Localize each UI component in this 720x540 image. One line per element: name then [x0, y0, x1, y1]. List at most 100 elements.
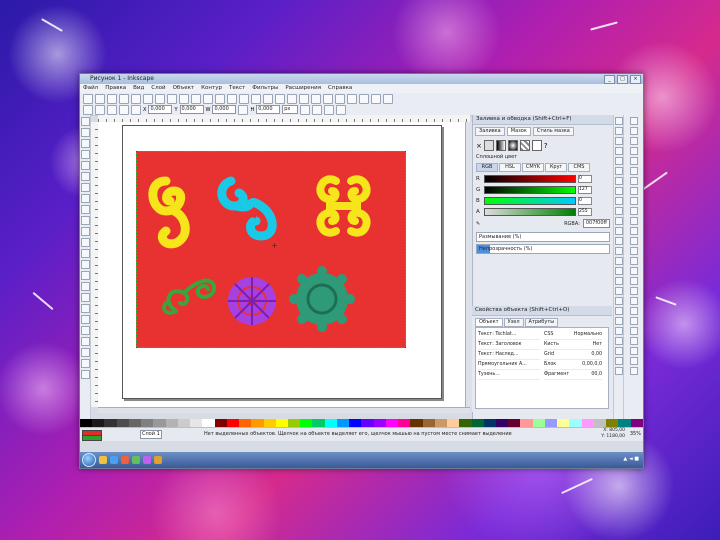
vertical-scrollbar[interactable] — [465, 122, 472, 407]
palette-swatch[interactable] — [508, 419, 521, 427]
snap-icon[interactable] — [629, 207, 638, 215]
snap-icon[interactable] — [629, 227, 638, 235]
raise-icon[interactable] — [119, 104, 129, 115]
tool-icon[interactable] — [80, 326, 90, 335]
command-rail-icon[interactable] — [614, 187, 623, 195]
command-rail-icon[interactable] — [614, 237, 623, 245]
tool-icon[interactable] — [80, 304, 90, 313]
command-rail-icon[interactable] — [614, 357, 623, 365]
w-field[interactable]: 0,000 — [212, 105, 237, 114]
snap-icon[interactable] — [629, 117, 638, 125]
command-icon[interactable] — [299, 93, 309, 104]
snap-icon[interactable] — [629, 187, 638, 195]
palette-swatch[interactable] — [153, 419, 166, 427]
y-field[interactable]: 0,000 — [179, 105, 204, 114]
palette-swatch[interactable] — [483, 419, 496, 427]
palette-swatch[interactable] — [557, 419, 570, 427]
menu-item[interactable]: Расширения — [285, 84, 321, 93]
list-item[interactable]: Текст: Наслед... — [478, 350, 540, 360]
command-icon[interactable] — [203, 93, 213, 104]
command-icon[interactable] — [107, 93, 117, 104]
palette-swatch[interactable] — [202, 419, 215, 427]
object-tab[interactable]: Атрибуты — [524, 318, 559, 327]
command-icon[interactable] — [119, 93, 129, 104]
start-button[interactable] — [82, 453, 96, 467]
menu-item[interactable]: Вид — [133, 84, 144, 93]
taskbar-app-icon[interactable] — [99, 456, 107, 464]
command-icon[interactable] — [311, 93, 321, 104]
command-icon[interactable] — [239, 93, 249, 104]
command-icon[interactable] — [155, 93, 165, 104]
command-rail-icon[interactable] — [614, 137, 623, 145]
tool-icon[interactable] — [80, 238, 90, 247]
menu-item[interactable]: Файл — [83, 84, 98, 93]
menu-item[interactable]: Правка — [105, 84, 126, 93]
opacity-slider[interactable]: Непрозрачность (%) — [476, 244, 610, 254]
palette-swatch[interactable] — [239, 419, 252, 427]
h-field[interactable]: 0,000 — [256, 105, 281, 114]
color-mode-tab[interactable]: CMS — [568, 163, 590, 172]
taskbar-inkscape-icon[interactable] — [154, 456, 162, 464]
snap-icon[interactable] — [629, 247, 638, 255]
pattern-icon[interactable] — [519, 140, 530, 151]
tool-icon[interactable] — [80, 337, 90, 346]
palette-swatch[interactable] — [263, 419, 276, 427]
snap-icon[interactable] — [629, 327, 638, 335]
taskbar-app-icon[interactable] — [143, 456, 151, 464]
maximize-button[interactable]: □ — [617, 75, 628, 84]
close-button[interactable]: × — [630, 75, 641, 84]
move-gradient-icon[interactable] — [324, 104, 335, 115]
tool-icon[interactable] — [80, 150, 90, 159]
snap-icon[interactable] — [629, 337, 638, 345]
snap-icon[interactable] — [629, 307, 638, 315]
channel-value[interactable]: 127 — [578, 185, 592, 194]
unset-paint-icon[interactable]: ? — [544, 142, 548, 150]
property-value[interactable]: 0,00 — [591, 350, 602, 359]
command-rail-icon[interactable] — [614, 147, 623, 155]
color-mode-tab[interactable]: Круг — [545, 163, 567, 172]
channel-slider[interactable] — [484, 207, 576, 216]
tool-icon[interactable] — [80, 359, 90, 368]
snap-icon[interactable] — [629, 357, 638, 365]
snap-icon[interactable] — [629, 137, 638, 145]
tool-icon[interactable] — [80, 293, 90, 302]
palette-swatch[interactable] — [251, 419, 264, 427]
command-icon[interactable] — [143, 93, 153, 104]
linear-gradient-icon[interactable] — [495, 140, 506, 151]
palette-swatch[interactable] — [569, 419, 582, 427]
command-rail-icon[interactable] — [614, 367, 623, 375]
tool-icon[interactable] — [80, 128, 90, 137]
rgba-input[interactable]: 007f00ff — [582, 219, 610, 228]
swatch-icon[interactable] — [531, 140, 542, 151]
palette-swatch[interactable] — [190, 419, 203, 427]
stroke-indicator[interactable] — [82, 435, 102, 441]
radial-gradient-icon[interactable] — [507, 140, 518, 151]
snap-icon[interactable] — [629, 367, 638, 375]
unit-select[interactable]: px — [282, 105, 299, 114]
palette-swatch[interactable] — [349, 419, 362, 427]
color-mode-tab[interactable]: CMYK — [522, 163, 544, 172]
tool-icon[interactable] — [80, 282, 90, 291]
command-icon[interactable] — [179, 93, 189, 104]
command-icon[interactable] — [371, 93, 381, 104]
snap-icon[interactable] — [629, 157, 638, 165]
no-paint-icon[interactable]: × — [476, 142, 482, 150]
command-rail-icon[interactable] — [614, 307, 623, 315]
command-icon[interactable] — [383, 93, 393, 104]
flat-paint-icon[interactable] — [483, 140, 494, 151]
color-mode-tab[interactable]: HSL — [499, 163, 521, 172]
command-icon[interactable] — [263, 93, 273, 104]
list-item[interactable]: Текст: Заголовок — [478, 340, 540, 350]
fill-stroke-tab[interactable]: Мазок — [506, 127, 531, 136]
command-rail-icon[interactable] — [614, 267, 623, 275]
tool-icon[interactable] — [80, 348, 90, 357]
snap-icon[interactable] — [629, 147, 638, 155]
palette-swatch[interactable] — [410, 419, 423, 427]
minimize-button[interactable]: _ — [604, 75, 615, 84]
palette-swatch[interactable] — [312, 419, 325, 427]
tool-icon[interactable] — [80, 260, 90, 269]
palette-swatch[interactable] — [459, 419, 472, 427]
palette-swatch[interactable] — [177, 419, 191, 427]
palette-swatch[interactable] — [92, 419, 105, 427]
snap-icon[interactable] — [629, 177, 638, 185]
